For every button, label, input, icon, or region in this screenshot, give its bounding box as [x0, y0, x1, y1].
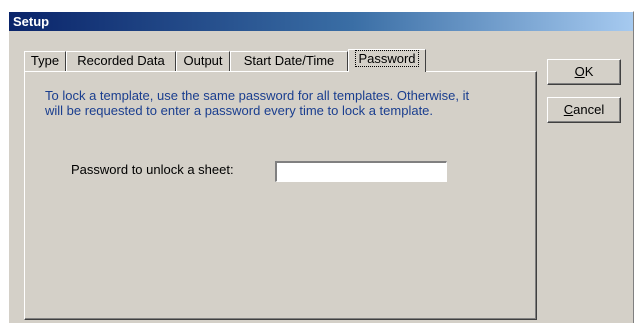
- tab-label: Start Date/Time: [243, 53, 335, 68]
- tab-label: Recorded Data: [77, 53, 165, 68]
- password-input[interactable]: [275, 161, 447, 182]
- ok-button[interactable]: OK: [547, 59, 621, 85]
- tab-label: Password: [355, 50, 419, 67]
- info-text: To lock a template, use the same passwor…: [45, 88, 470, 118]
- tab-start-date-time[interactable]: Start Date/Time: [230, 51, 348, 71]
- tab-label: Type: [30, 53, 60, 68]
- password-label: Password to unlock a sheet:: [71, 162, 234, 177]
- tab-password[interactable]: Password: [348, 49, 426, 72]
- ok-accelerator: O: [574, 64, 585, 79]
- tab-label: Output: [183, 53, 223, 68]
- dialog-title: Setup: [9, 12, 633, 31]
- cancel-button[interactable]: Cancel: [547, 97, 621, 123]
- ok-label-rest: K: [584, 64, 594, 79]
- cancel-accelerator: C: [563, 102, 574, 117]
- cancel-label-rest: ancel: [573, 102, 605, 117]
- tab-type[interactable]: Type: [24, 51, 66, 71]
- tab-output[interactable]: Output: [176, 51, 230, 71]
- setup-dialog: Setup Type Recorded Data Output Start Da…: [8, 11, 634, 323]
- tab-recorded-data[interactable]: Recorded Data: [66, 51, 176, 71]
- password-panel: To lock a template, use the same passwor…: [24, 71, 537, 320]
